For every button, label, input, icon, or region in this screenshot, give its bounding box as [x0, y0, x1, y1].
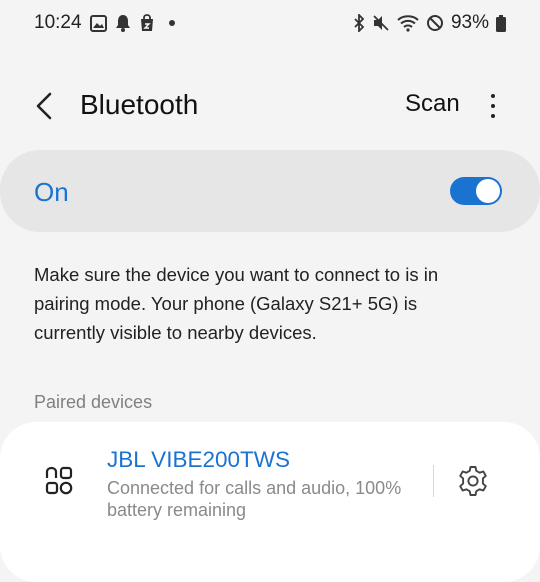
more-vertical-icon: [491, 94, 495, 98]
device-settings-button[interactable]: [456, 464, 490, 498]
gallery-icon: [89, 14, 107, 32]
back-button[interactable]: [30, 90, 58, 122]
gear-icon: [459, 466, 487, 496]
visibility-description: Make sure the device you want to connect…: [34, 264, 439, 343]
scan-button[interactable]: Scan: [405, 90, 460, 118]
battery-percentage: 93%: [450, 12, 489, 33]
more-vertical-icon-dot: [491, 104, 495, 108]
bluetooth-icon: [353, 14, 365, 32]
bluetooth-toggle-row[interactable]: On: [0, 150, 540, 232]
earbuds-icon: [44, 466, 74, 496]
status-left: 10:24: [34, 12, 175, 34]
mute-icon: [372, 14, 390, 32]
status-right: 93%: [353, 12, 506, 34]
toggle-knob: [476, 179, 500, 203]
paired-devices-heading: Paired devices: [34, 392, 153, 412]
wifi-icon: [397, 14, 419, 32]
battery-icon: [496, 14, 506, 32]
do-not-disturb-icon: [426, 14, 444, 32]
bluetooth-toggle-switch[interactable]: [450, 177, 502, 205]
page-title: Bluetooth: [80, 89, 199, 120]
device-divider: [433, 465, 434, 497]
more-options-button[interactable]: [484, 90, 502, 122]
bell-icon: [115, 14, 131, 32]
status-bar: 10:24 93%: [0, 0, 540, 46]
notification-dot-icon: [168, 20, 175, 26]
status-time: 10:24: [34, 12, 82, 33]
more-vertical-icon-dot: [491, 114, 495, 118]
chevron-left-icon: [36, 92, 52, 120]
device-status: Connected for calls and audio, 100% batt…: [107, 478, 402, 520]
app-header: Bluetooth Scan: [0, 80, 540, 132]
toggle-label: On: [34, 177, 69, 207]
device-name[interactable]: JBL VIBE200TWS: [107, 447, 290, 473]
shopping-bag-icon: [139, 14, 155, 32]
